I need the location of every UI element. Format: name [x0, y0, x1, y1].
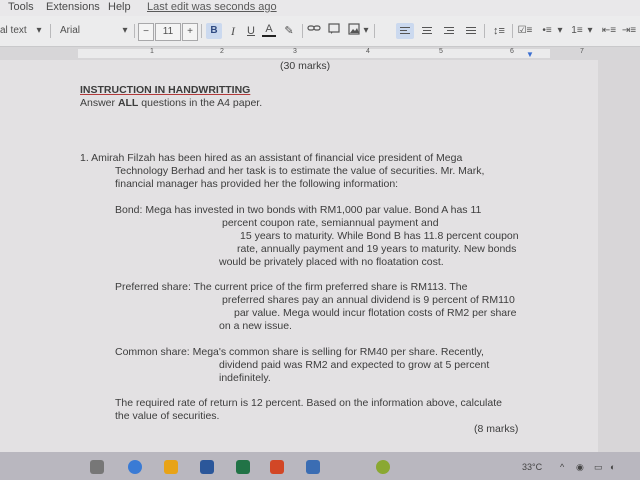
common-line: dividend paid was RM2 and expected to gr… [219, 359, 490, 371]
align-left-icon[interactable] [396, 23, 414, 39]
question-line: 1. Amirah Filzah has been hired as an as… [80, 152, 463, 164]
volume-icon[interactable]: ◐ [610, 462, 615, 472]
tray-chevron-up-icon[interactable]: ^ [560, 462, 564, 472]
last-edit-status[interactable]: Last edit was seconds ago [147, 1, 277, 13]
checklist-icon[interactable]: ☑≡ [516, 23, 534, 39]
preferred-line: Preferred share: The current price of th… [115, 281, 468, 293]
style-select[interactable]: al text [0, 23, 34, 39]
taskbar: 33°C ^ ◉ ▭ ◐ [0, 452, 640, 480]
toolbar-divider [484, 24, 485, 38]
toolbar-divider [50, 24, 51, 38]
underline-button[interactable]: U [244, 23, 258, 39]
bond-line: Bond: Mega has invested in two bonds wit… [115, 204, 482, 216]
font-size-input[interactable]: 11 [155, 23, 181, 41]
font-chevron-down-icon[interactable]: ▾ [120, 23, 130, 39]
bond-line: percent coupon rate, semiannual payment … [222, 217, 439, 229]
font-size-decrease-button[interactable]: − [138, 23, 154, 41]
align-center-icon[interactable] [418, 23, 436, 39]
marks-top: (30 marks) [280, 60, 331, 72]
toolbar-divider [201, 24, 202, 38]
document-canvas: (30 marks) INSTRUCTION IN HANDWRITTING A… [0, 60, 640, 452]
ruler-mark: 6 [510, 48, 514, 55]
instruction-line: Answer ALL questions in the A4 paper. [80, 97, 263, 109]
required-line: the value of securities. [115, 410, 220, 422]
word-icon[interactable] [200, 460, 214, 474]
ruler-mark: 5 [439, 48, 443, 55]
increase-indent-icon[interactable]: ⇥≡ [620, 23, 638, 39]
mail-icon[interactable] [306, 460, 320, 474]
numbered-list-icon[interactable]: 1≡ [568, 23, 586, 39]
menu-bar: Tools Extensions Help Last edit was seco… [0, 0, 640, 16]
italic-button[interactable]: I [226, 23, 240, 39]
marks-bottom: (8 marks) [474, 423, 519, 435]
app-icon[interactable] [376, 460, 390, 474]
image-icon[interactable] [346, 23, 362, 39]
preferred-line: par value. Mega would incur flotation co… [234, 307, 517, 319]
bulleted-list-icon[interactable]: •≡ [538, 23, 556, 39]
common-line: indefinitely. [219, 372, 271, 384]
ruler-margin-area [78, 49, 550, 58]
image-chevron-down-icon[interactable]: ▾ [362, 23, 370, 39]
toolbar-divider [374, 24, 375, 38]
task-view-icon[interactable] [90, 460, 104, 474]
battery-icon[interactable]: ▭ [594, 462, 603, 473]
question-line: Technology Berhad and her task is to est… [115, 165, 485, 177]
question-line: financial manager has provided her the f… [115, 178, 399, 190]
toolbar-divider [512, 24, 513, 38]
bond-line: rate, annually payment and 19 years to m… [237, 243, 517, 255]
text-color-button[interactable]: A [262, 23, 276, 37]
align-justify-icon[interactable] [462, 23, 480, 39]
common-line: Common share: Mega's common share is sel… [115, 346, 484, 358]
powerpoint-icon[interactable] [270, 460, 284, 474]
toolbar-divider [302, 24, 303, 38]
explorer-icon[interactable] [164, 460, 178, 474]
decrease-indent-icon[interactable]: ⇤≡ [600, 23, 618, 39]
menu-help[interactable]: Help [108, 1, 131, 13]
highlight-pen-icon[interactable]: ✎ [282, 23, 296, 39]
line-spacing-icon[interactable]: ↕≡ [490, 23, 508, 39]
chrome-icon[interactable] [128, 460, 142, 474]
bold-button[interactable]: B [206, 23, 222, 39]
ruler-mark: 3 [293, 48, 297, 55]
number-chevron-down-icon[interactable]: ▾ [586, 23, 594, 39]
network-icon[interactable]: ◉ [576, 462, 584, 473]
comment-icon[interactable] [326, 23, 342, 39]
menu-tools[interactable]: Tools [8, 1, 34, 13]
bullet-chevron-down-icon[interactable]: ▾ [556, 23, 564, 39]
preferred-line: on a new issue. [219, 320, 292, 332]
excel-icon[interactable] [236, 460, 250, 474]
right-indent-marker-icon[interactable]: ▼ [526, 50, 534, 59]
ruler-mark: 7 [580, 48, 584, 55]
ruler[interactable]: 1 2 3 4 5 6 7 ▼ [0, 47, 640, 61]
bond-line: 15 years to maturity. While Bond B has 1… [240, 230, 519, 242]
preferred-line: preferred shares pay an annual dividend … [222, 294, 515, 306]
heading: INSTRUCTION IN HANDWRITTING [80, 84, 251, 96]
toolbar-divider [134, 24, 135, 38]
align-right-icon[interactable] [440, 23, 458, 39]
link-icon[interactable] [306, 23, 322, 39]
menu-extensions[interactable]: Extensions [46, 1, 100, 13]
ruler-mark: 1 [150, 48, 154, 55]
font-select[interactable]: Arial [60, 23, 84, 39]
temperature[interactable]: 33°C [522, 462, 542, 472]
ruler-mark: 2 [220, 48, 224, 55]
font-size-increase-button[interactable]: + [182, 23, 198, 41]
bond-line: would be privately placed with no floata… [219, 256, 444, 268]
toolbar: al text ▾ Arial ▾ − 11 + B I U A ✎ ▾ ↕≡ … [0, 16, 640, 47]
ruler-mark: 4 [366, 48, 370, 55]
style-chevron-down-icon[interactable]: ▾ [34, 23, 44, 39]
required-line: The required rate of return is 12 percen… [115, 397, 502, 409]
document-page[interactable]: (30 marks) INSTRUCTION IN HANDWRITTING A… [0, 60, 598, 452]
